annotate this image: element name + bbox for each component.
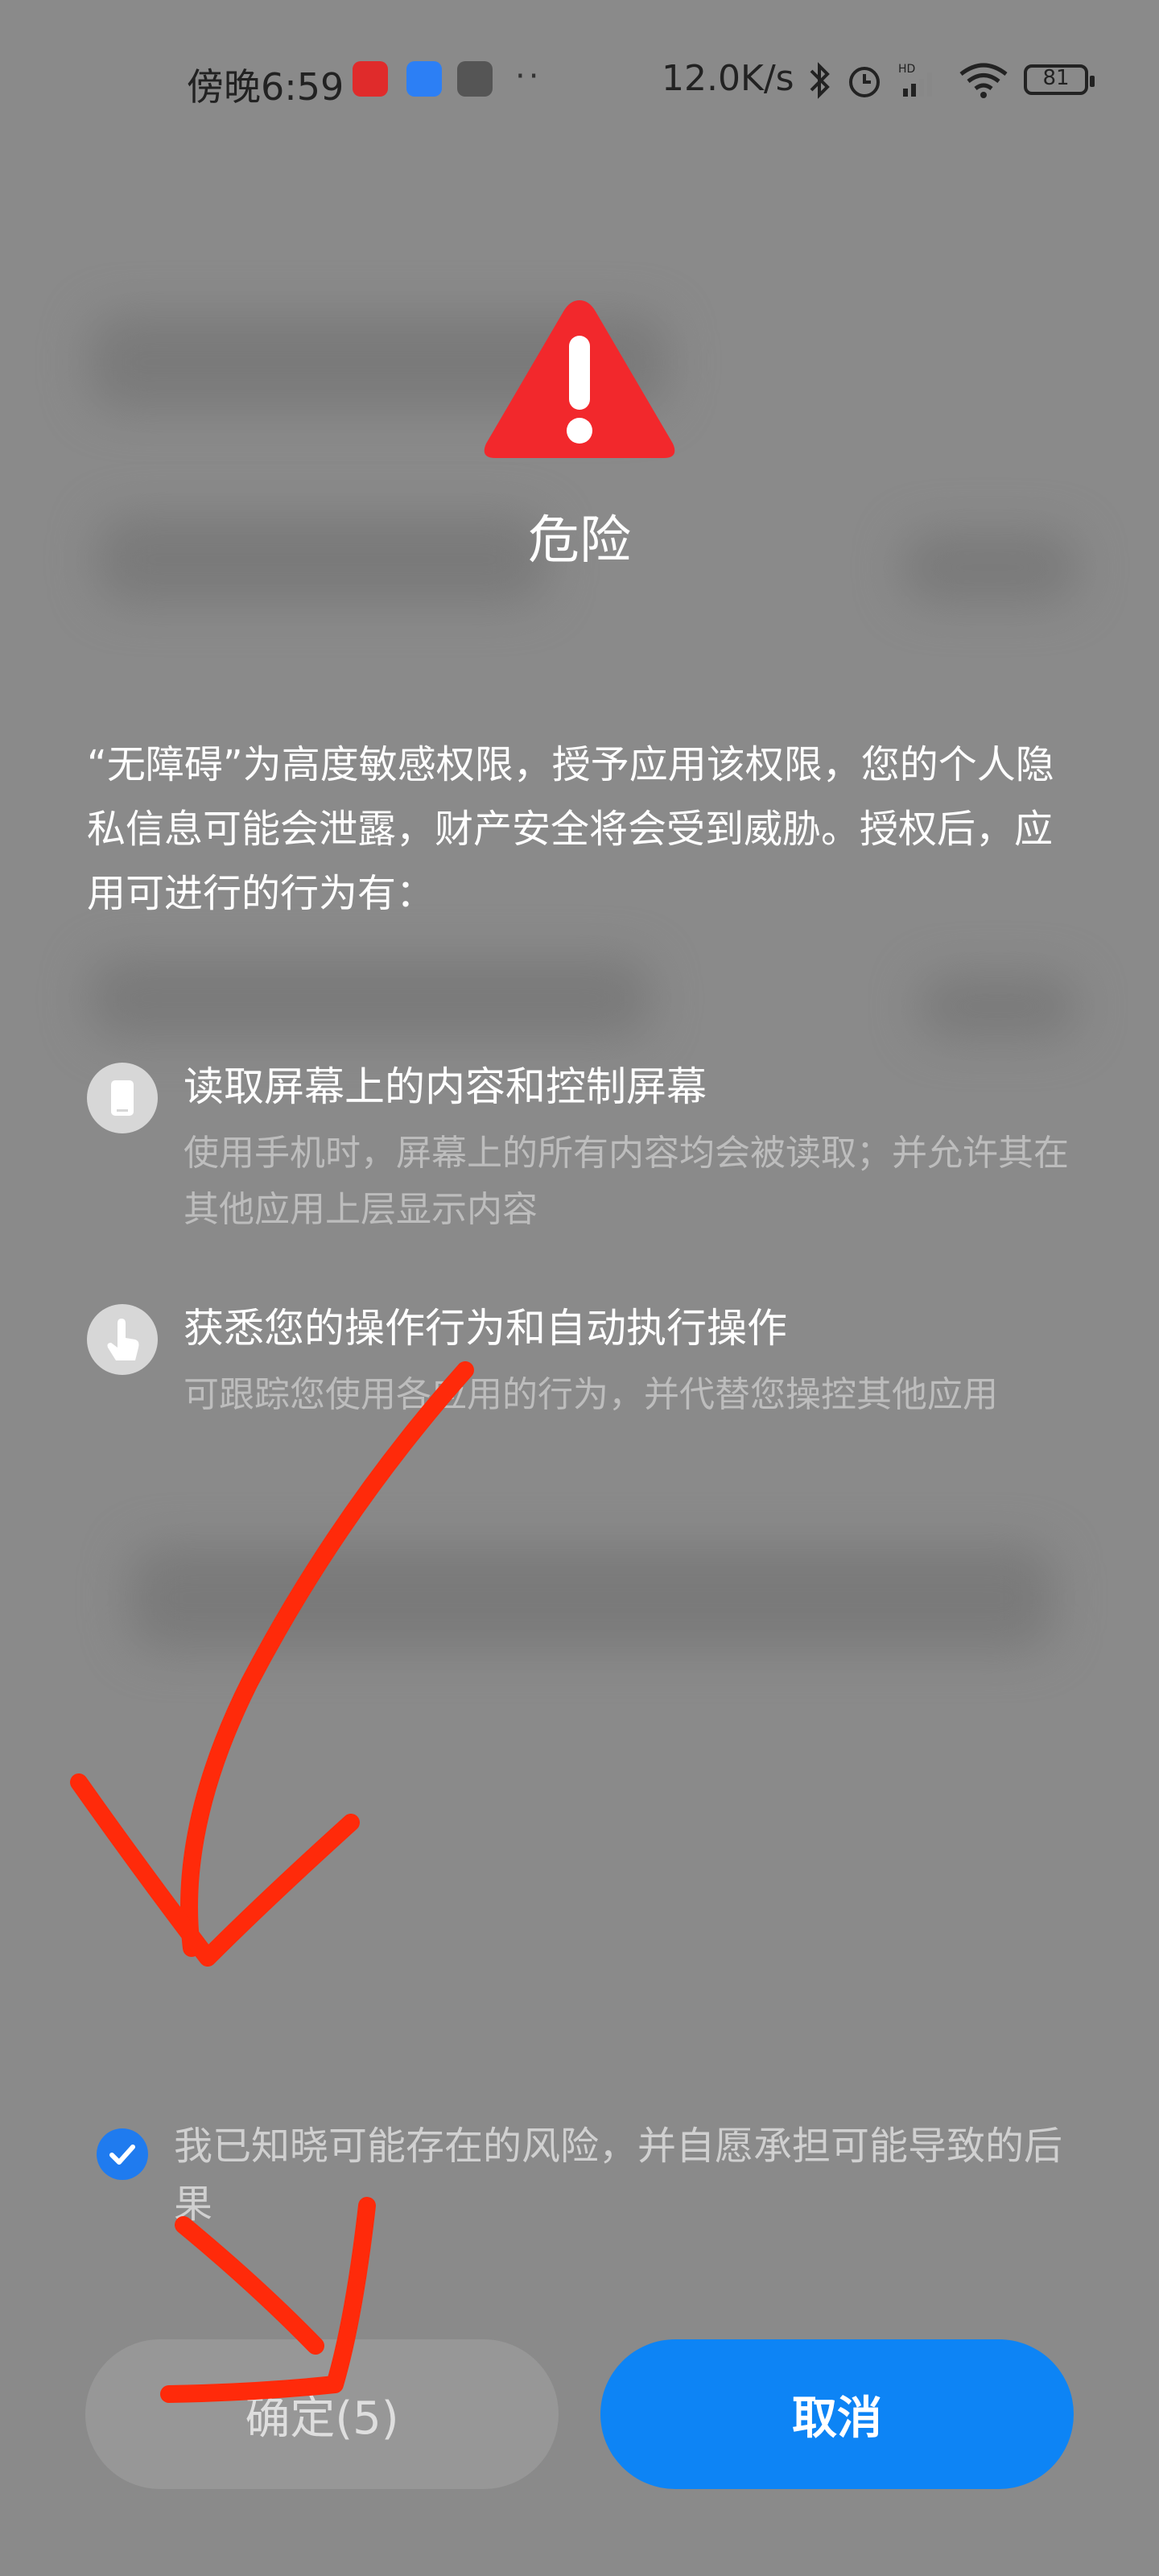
hand-pointer-icon [87,1304,158,1375]
hd-signal-icon: HD [898,63,932,97]
more-notifications-icon: ·· [515,58,542,95]
permission-title: 获悉您的操作行为和自动执行操作 [184,1305,787,1352]
status-time: 傍晚6:59 [187,65,344,109]
permission-description: 使用手机时，屏幕上的所有内容均会被读取；并允许其在其他应用上层显示内容 [184,1133,1069,1230]
blue-app-icon [406,61,442,97]
battery-level: 81 [1042,66,1070,90]
permission-description: 可跟踪您使用各应用的行为，并代替您操控其他应用 [184,1374,998,1415]
dialog-title: 危险 [528,511,631,571]
svg-text:HD: HD [898,63,915,76]
blurred-background [918,974,1079,1038]
network-speed: 12.0K/s [662,58,794,99]
notification-app-icon [457,61,493,97]
wifi-icon [959,63,1008,98]
phone-icon [87,1063,158,1133]
consent-checkbox[interactable] [97,2128,148,2180]
annotation-arrow-shaft [180,1361,474,1957]
annotation-arrow-head [70,1773,360,1967]
alarm-icon [849,67,880,97]
warning-triangle-icon [484,300,675,458]
consent-text: 我已知晓可能存在的风险，并自愿承担可能导致的后果 [174,2124,1063,2227]
cancel-button[interactable]: 取消 [600,2339,1074,2489]
confirm-button[interactable]: 确定(5) [85,2339,559,2489]
bluetooth-icon [810,62,830,99]
blurred-background [129,1546,1054,1650]
permission-title: 读取屏幕上的内容和控制屏幕 [184,1063,707,1110]
status-bar: 傍晚6:59 ·· 12.0K/s HD 81 [0,48,1159,113]
netease-music-icon [353,61,388,97]
checkmark-icon [109,2145,135,2165]
annotation-check-stroke [175,2216,324,2355]
blurred-background [89,958,652,1038]
battery-icon: 81 [1024,64,1095,95]
dialog-intro: “无障碍”为高度敏感权限，授予应用该权限，您的个人隐私信息可能会泄露，财产安全将… [87,742,1054,916]
